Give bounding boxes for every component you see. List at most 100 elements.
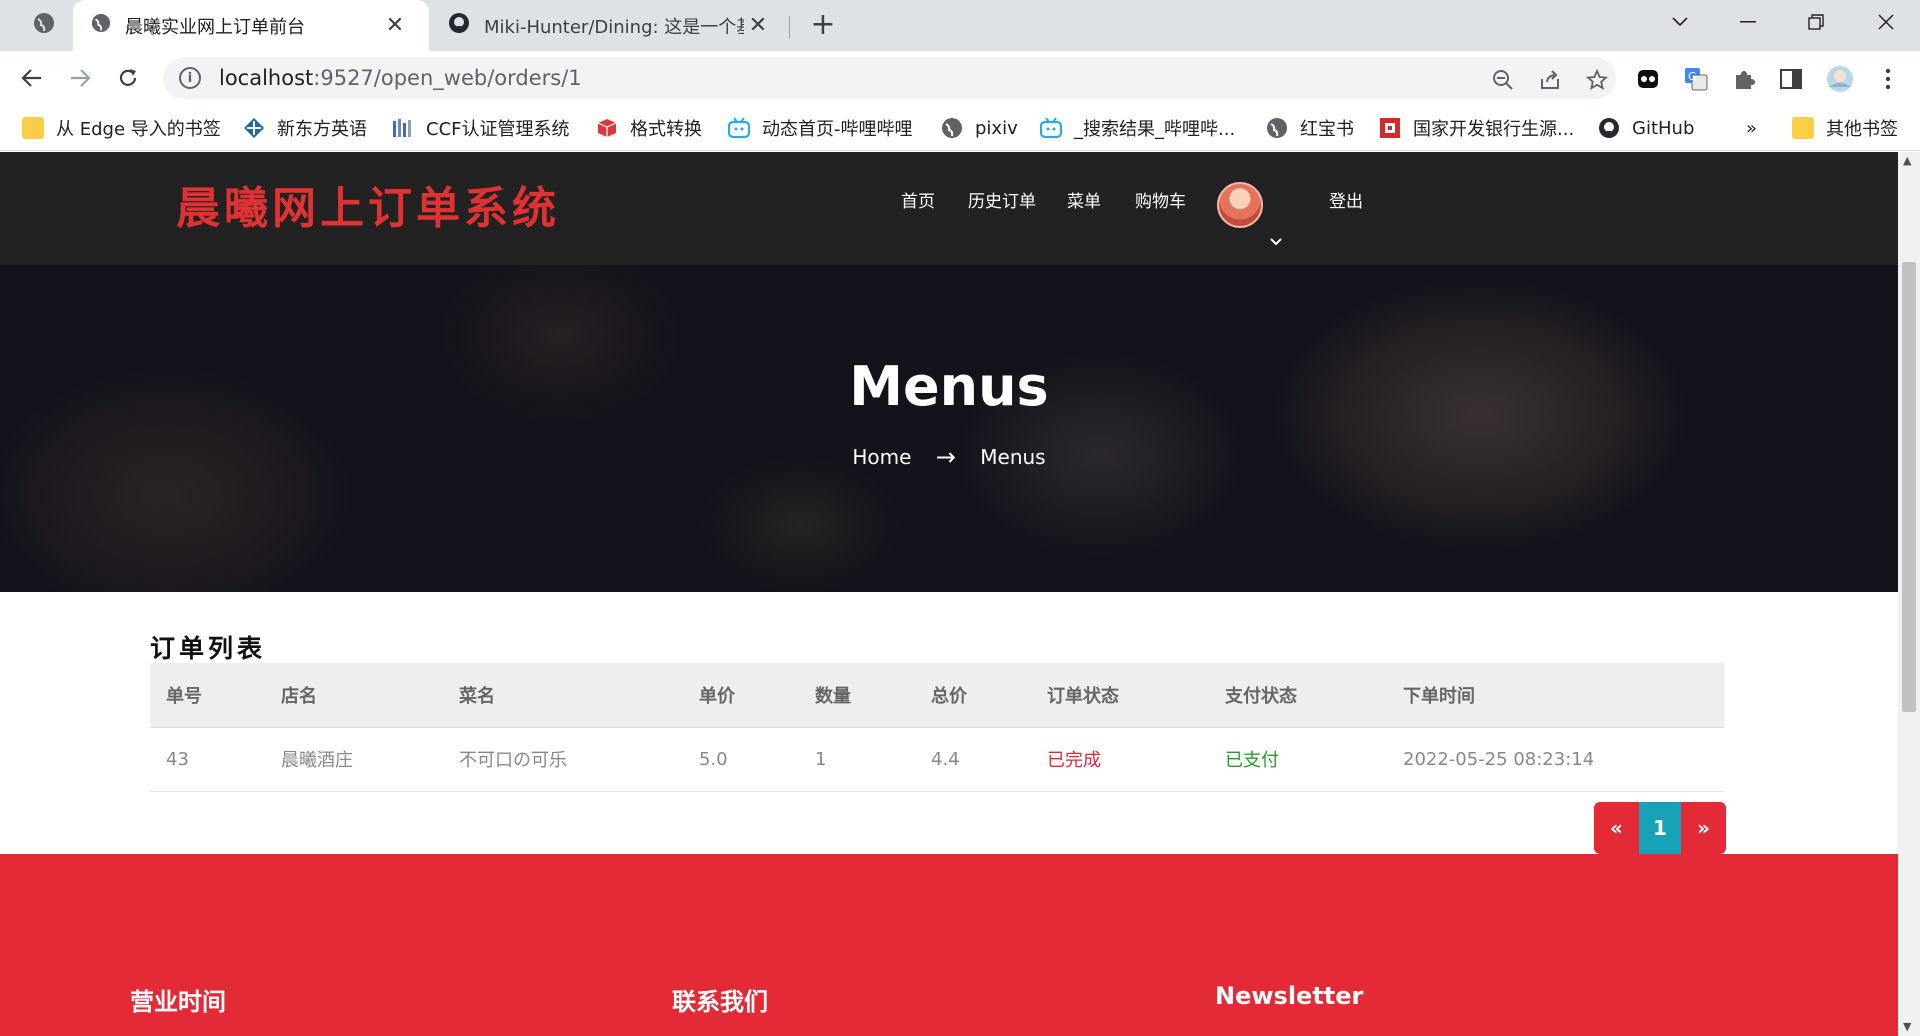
orders-section-title: 订单列表 bbox=[150, 634, 267, 663]
bookmark-star-icon[interactable] bbox=[1584, 67, 1610, 93]
breadcrumb-current: Menus bbox=[980, 445, 1046, 469]
table-header-row: 单号 店名 菜名 单价 数量 总价 订单状态 支付状态 下单时间 bbox=[150, 663, 1724, 728]
bookmarks-bar: 从 Edge 导入的书签 新东方英语 CCF认证管理系统 格式转换 动态首页-哔… bbox=[0, 105, 1920, 151]
new-tab-button[interactable]: + bbox=[806, 10, 840, 44]
bookmark-format[interactable]: 格式转换 bbox=[596, 115, 702, 141]
page-scrollbar[interactable]: ▲ ▼ bbox=[1898, 152, 1920, 1036]
pagination-next-button[interactable]: » bbox=[1681, 802, 1726, 854]
github-icon bbox=[448, 12, 470, 39]
profile-avatar-icon[interactable] bbox=[1826, 65, 1854, 93]
unit-price-cell: 5.0 bbox=[683, 727, 799, 792]
forward-arrow-icon[interactable] bbox=[62, 60, 98, 96]
column-header: 单号 bbox=[150, 663, 265, 728]
chevron-down-icon[interactable] bbox=[1270, 234, 1282, 250]
bookmarks-overflow-button[interactable]: » bbox=[1746, 115, 1757, 141]
site-icon bbox=[243, 117, 265, 139]
footer-heading-newsletter: Newsletter bbox=[1215, 982, 1364, 1010]
column-header: 总价 bbox=[915, 663, 1031, 728]
quantity-cell: 1 bbox=[799, 727, 915, 792]
tab-active[interactable]: 晨曦实业网上订单前台 ✕ bbox=[73, 0, 429, 51]
bookmark-cdb[interactable]: 国家开发银行生源... bbox=[1379, 115, 1574, 141]
hero-title: Menus bbox=[849, 355, 1049, 418]
bookmark-folder-edge[interactable]: 从 Edge 导入的书签 bbox=[22, 115, 221, 141]
folder-icon bbox=[1792, 117, 1814, 139]
site-info-icon[interactable]: i bbox=[179, 67, 201, 89]
browser-menu-icon[interactable] bbox=[1874, 65, 1902, 93]
nav-logout[interactable]: 登出 bbox=[1329, 187, 1363, 212]
close-tab-icon[interactable]: ✕ bbox=[744, 12, 772, 40]
column-header: 店名 bbox=[265, 663, 443, 728]
globe-icon bbox=[33, 12, 55, 39]
nav-menu[interactable]: 菜单 bbox=[1067, 187, 1101, 212]
nav-home[interactable]: 首页 bbox=[901, 187, 935, 212]
svg-text:G: G bbox=[1688, 70, 1697, 83]
browser-tab-strip: 晨曦实业网上订单前台 ✕ Miki-Hunter/Dining: 这是一个基 ✕… bbox=[0, 0, 1920, 51]
bookmark-bilibili-home[interactable]: 动态首页-哔哩哔哩 bbox=[728, 115, 913, 141]
breadcrumb-home[interactable]: Home bbox=[852, 445, 911, 469]
pinned-tab[interactable] bbox=[18, 0, 70, 51]
table-row: 43 晨曦酒庄 不可口の可乐 5.0 1 4.4 已完成 已支付 2022-05… bbox=[150, 727, 1724, 792]
zoom-icon[interactable] bbox=[1490, 67, 1516, 93]
site-footer: 营业时间 联系我们 Newsletter bbox=[0, 854, 1898, 1036]
bookmark-github[interactable]: GitHub bbox=[1598, 115, 1694, 141]
close-tab-icon[interactable]: ✕ bbox=[381, 12, 409, 40]
pagination-page-1[interactable]: 1 bbox=[1639, 802, 1681, 854]
tab-github[interactable]: Miki-Hunter/Dining: 这是一个基 ✕ bbox=[434, 0, 786, 51]
bookmark-hongbaoshu[interactable]: 红宝书 bbox=[1266, 115, 1354, 141]
address-bar[interactable]: i localhost:9527/open_web/orders/1 bbox=[163, 57, 1616, 99]
column-header: 数量 bbox=[799, 663, 915, 728]
restore-icon[interactable] bbox=[1786, 0, 1846, 44]
extension-dark-icon[interactable] bbox=[1634, 65, 1662, 93]
tab-search-icon[interactable] bbox=[1650, 0, 1710, 44]
breadcrumb: Home → Menus bbox=[0, 443, 1898, 471]
column-header: 支付状态 bbox=[1209, 663, 1387, 728]
share-icon[interactable] bbox=[1537, 67, 1563, 93]
footer-heading-hours: 营业时间 bbox=[130, 988, 226, 1016]
bookmark-pixiv[interactable]: pixiv bbox=[941, 115, 1018, 141]
column-header: 订单状态 bbox=[1031, 663, 1209, 728]
url-text[interactable]: localhost:9527/open_web/orders/1 bbox=[219, 66, 582, 90]
site-header: 晨曦网上订单系统 首页 历史订单 菜单 购物车 登出 bbox=[0, 152, 1898, 265]
orders-table: 单号 店名 菜名 单价 数量 总价 订单状态 支付状态 下单时间 43 晨曦酒庄… bbox=[150, 663, 1724, 792]
pagination: « 1 » bbox=[1594, 802, 1726, 854]
folder-icon bbox=[22, 117, 44, 139]
reload-icon[interactable] bbox=[110, 60, 146, 96]
page-viewport: 晨曦网上订单系统 首页 历史订单 菜单 购物车 登出 Menus Home → … bbox=[0, 152, 1898, 1036]
bookmark-folder-other[interactable]: 其他书签 bbox=[1792, 115, 1898, 141]
tab-separator bbox=[789, 16, 790, 38]
arrow-right-icon: → bbox=[935, 443, 956, 471]
globe-icon bbox=[1266, 117, 1288, 139]
window-close-icon[interactable] bbox=[1856, 0, 1916, 44]
side-panel-icon[interactable] bbox=[1777, 65, 1805, 93]
order-id-cell: 43 bbox=[150, 727, 265, 792]
extensions-puzzle-icon[interactable] bbox=[1730, 65, 1758, 93]
nav-cart[interactable]: 购物车 bbox=[1135, 187, 1186, 212]
user-avatar[interactable] bbox=[1217, 182, 1263, 228]
github-icon bbox=[1598, 117, 1620, 139]
site-logo[interactable]: 晨曦网上订单系统 bbox=[176, 172, 560, 236]
column-header: 单价 bbox=[683, 663, 799, 728]
bookmark-xdf[interactable]: 新东方英语 bbox=[243, 115, 367, 141]
site-icon bbox=[596, 117, 618, 139]
translate-icon[interactable]: G bbox=[1682, 65, 1710, 93]
shop-name-cell: 晨曦酒庄 bbox=[265, 727, 443, 792]
dish-name-cell: 不可口の可乐 bbox=[443, 727, 683, 792]
browser-toolbar: i localhost:9527/open_web/orders/1 G bbox=[0, 51, 1920, 105]
bookmark-ccf[interactable]: CCF认证管理系统 bbox=[392, 115, 570, 141]
site-icon bbox=[1379, 117, 1401, 139]
nav-order-history[interactable]: 历史订单 bbox=[968, 187, 1036, 212]
site-icon bbox=[392, 117, 414, 139]
scroll-down-icon[interactable]: ▼ bbox=[1903, 1020, 1911, 1033]
scroll-up-icon[interactable]: ▲ bbox=[1903, 154, 1911, 167]
column-header: 下单时间 bbox=[1387, 663, 1724, 728]
pagination-prev-button[interactable]: « bbox=[1594, 802, 1639, 854]
bilibili-icon bbox=[728, 117, 750, 139]
globe-icon bbox=[91, 13, 111, 38]
bilibili-icon bbox=[1040, 117, 1062, 139]
globe-icon bbox=[941, 117, 963, 139]
minimize-icon[interactable] bbox=[1718, 0, 1778, 44]
tab-title: 晨曦实业网上订单前台 bbox=[125, 16, 305, 38]
bookmark-bilibili-search[interactable]: _搜索结果_哔哩哔... bbox=[1040, 115, 1235, 141]
back-arrow-icon[interactable] bbox=[14, 60, 50, 96]
scrollbar-thumb[interactable] bbox=[1902, 262, 1916, 712]
